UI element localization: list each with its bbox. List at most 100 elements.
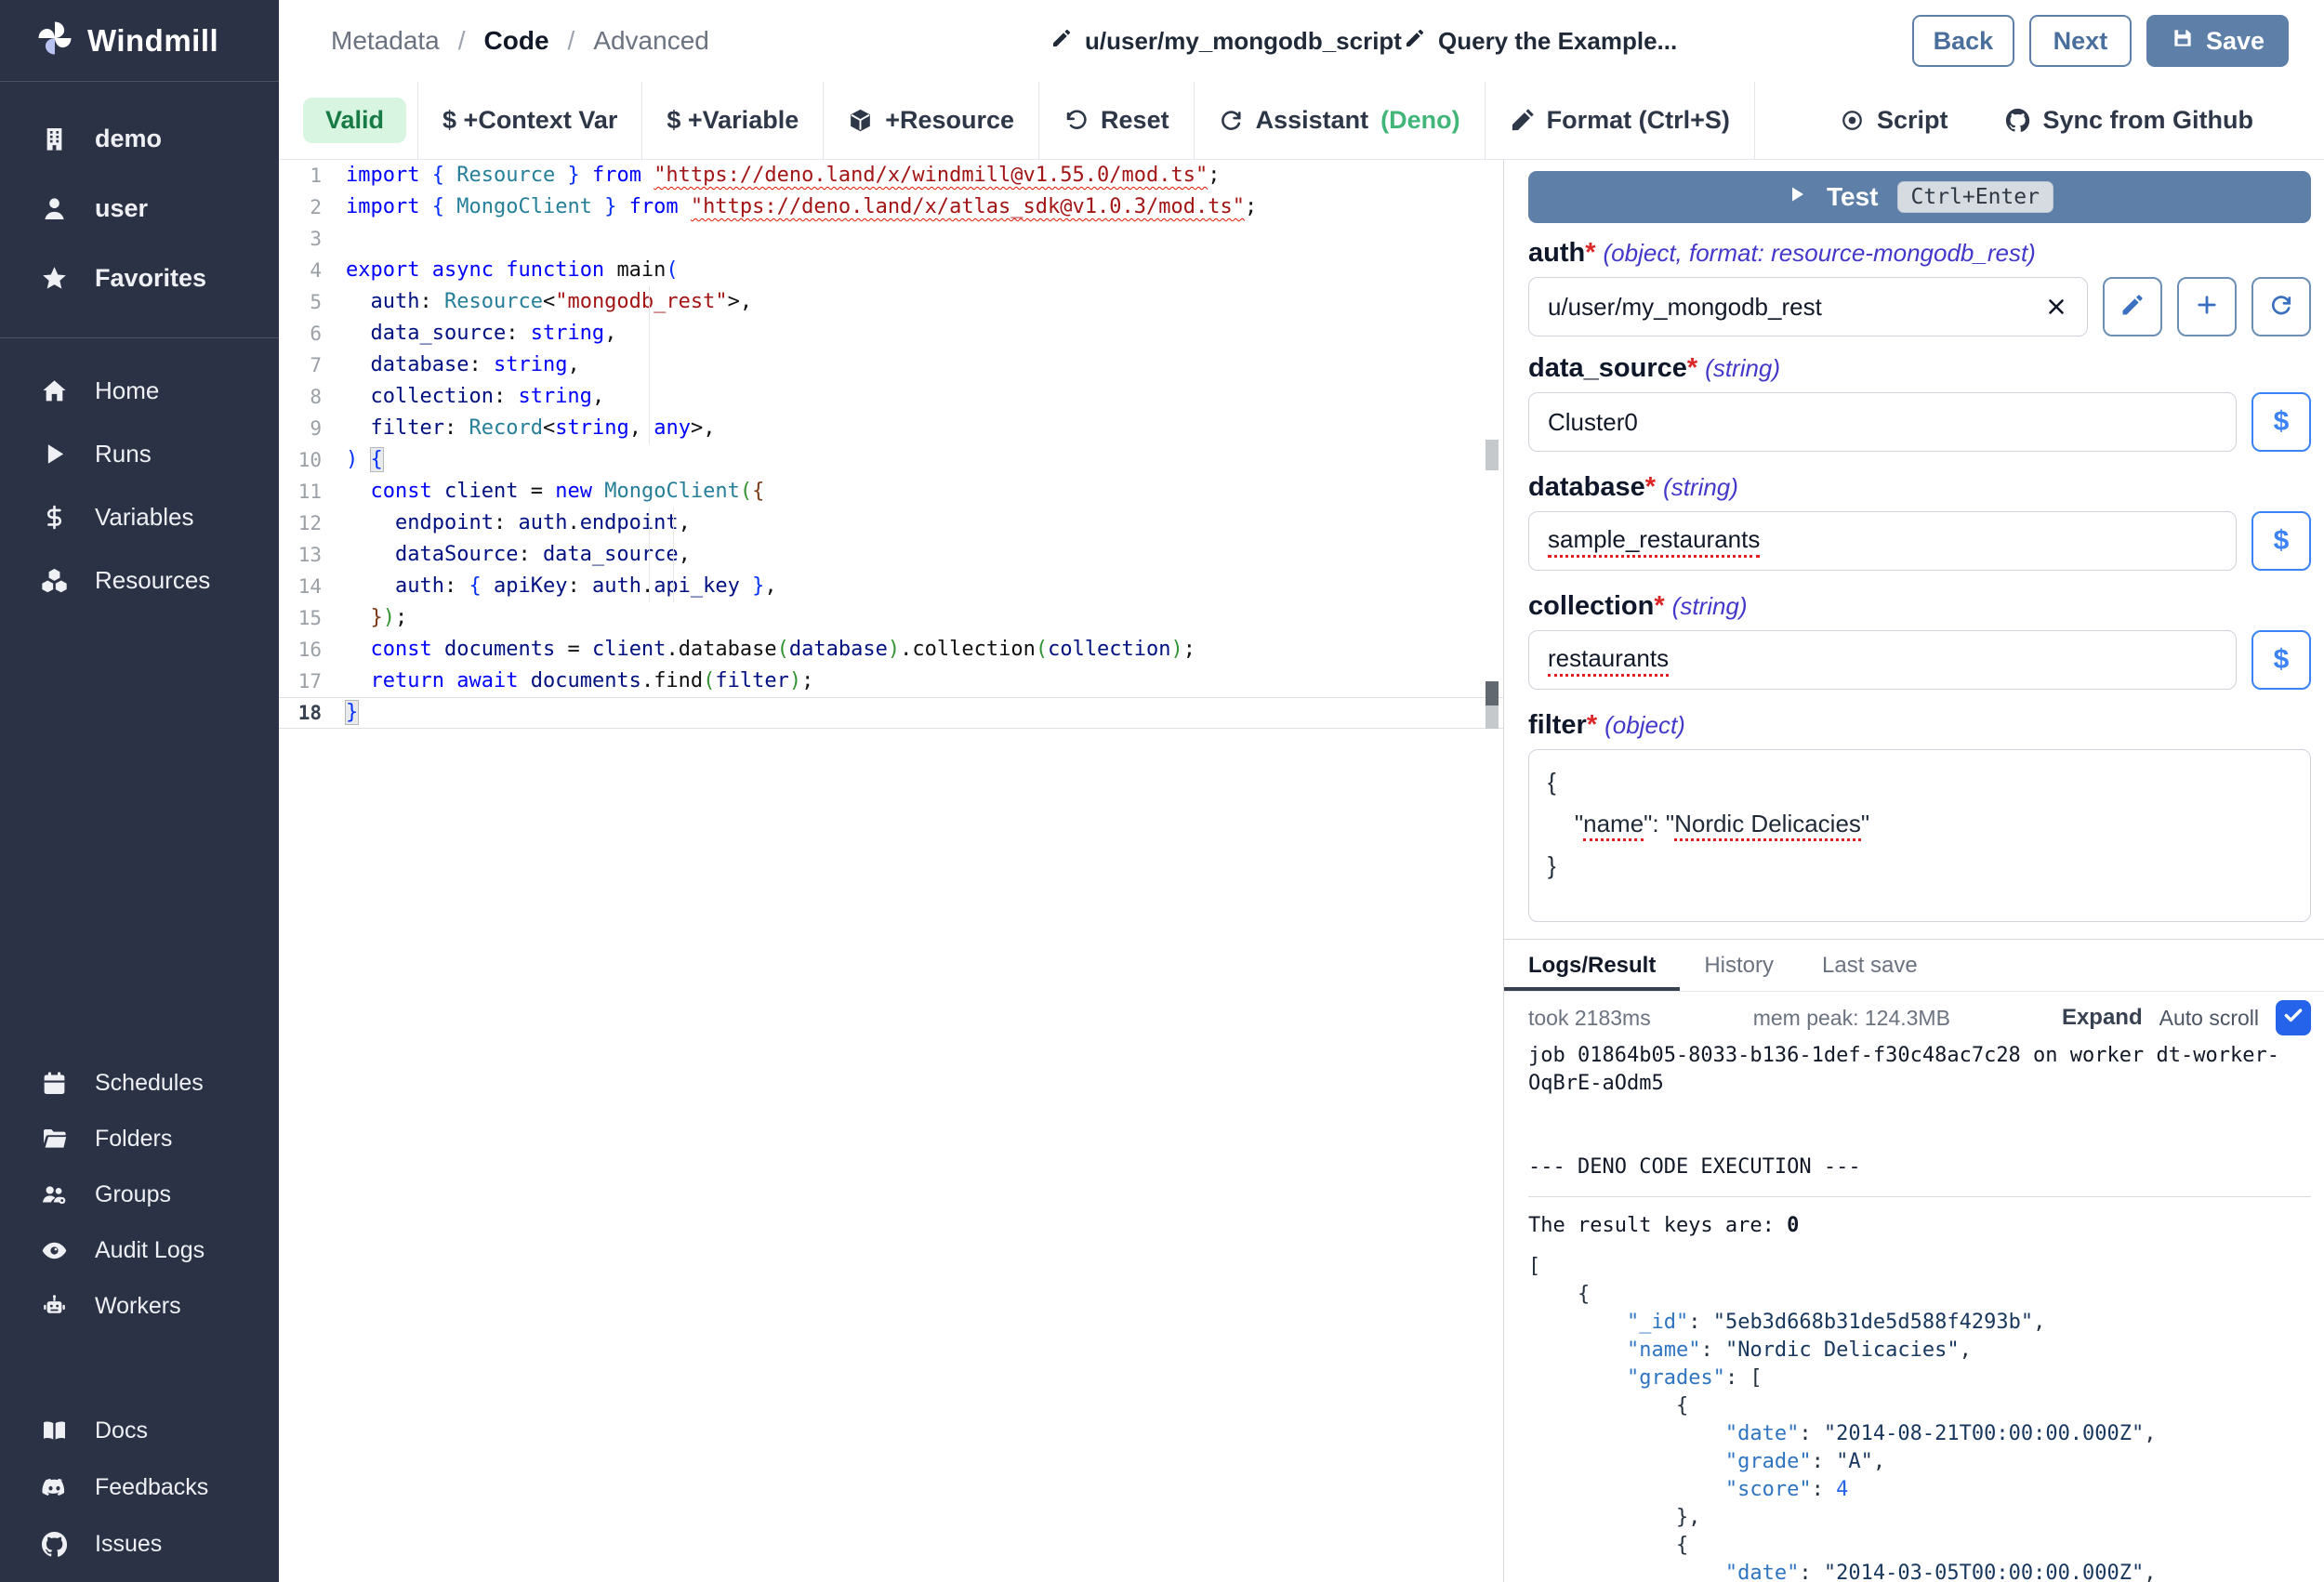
dollar-icon: $ [2274,406,2290,438]
code-line-12[interactable]: 12 endpoint: auth.endpoint, [279,508,1503,539]
code-line-content: import { MongoClient } from "https://den… [346,191,1257,223]
toolbar-context-var-button[interactable]: $ +Context Var [418,82,641,160]
toolbar-resource-button[interactable]: +Resource [824,82,1038,160]
field-type-note: (object) [1604,711,1685,740]
insert-variable-button[interactable]: $ [2251,630,2311,690]
tab-metadata[interactable]: Metadata [331,26,440,56]
sidebar-item-audit-logs[interactable]: Audit Logs [0,1222,279,1278]
tab-logs-result[interactable]: Logs/Result [1504,940,1680,991]
editor-scrollbar-thumb[interactable] [1486,440,1499,470]
sidebar-item-groups[interactable]: Groups [0,1167,279,1222]
test-shortcut-kbd: Ctrl+Enter [1897,181,2053,213]
insert-variable-button[interactable]: $ [2251,511,2311,571]
brand-header[interactable]: Windmill [0,0,279,82]
code-line-14[interactable]: 14 auth: { apiKey: auth.api_key }, [279,571,1503,602]
database-input-row: sample_restaurants $ [1528,511,2311,571]
code-line-9[interactable]: 9 filter: Record<string, any>, [279,413,1503,444]
sidebar-item-issues[interactable]: Issues [0,1516,279,1573]
code-line-16[interactable]: 16 const documents = client.database(dat… [279,634,1503,666]
toolbar-button-label: $ +Variable [667,106,799,135]
autoscroll-checkbox[interactable] [2276,1000,2311,1035]
code-line-11[interactable]: 11 const client = new MongoClient({ [279,476,1503,508]
code-line-content: auth: { apiKey: auth.api_key }, [346,571,777,602]
editor-scrollbar-thumb[interactable] [1486,705,1499,729]
code-line-6[interactable]: 6 data_source: string, [279,318,1503,349]
code-line-3[interactable]: 3 [279,223,1503,255]
toolbar-assistant-button[interactable]: Assistant (Deno) [1195,82,1485,160]
code-line-15[interactable]: 15 }); [279,602,1503,634]
edit-resource-button[interactable] [2103,277,2162,336]
line-number: 14 [279,571,322,602]
sidebar-item-feedbacks[interactable]: Feedbacks [0,1459,279,1516]
code-line-18[interactable]: 18} [279,697,1503,729]
sidebar-item-user[interactable]: user [0,174,279,244]
brand-name: Windmill [87,23,218,59]
code-line-content: const client = new MongoClient({ [346,476,764,508]
database-input[interactable]: sample_restaurants [1528,511,2237,571]
toolbar-reset-button[interactable]: Reset [1039,82,1194,160]
filter-json-line: "name": "Nordic Delicacies" [1548,803,2291,845]
toolbar-button-label: Sync from Github [2042,106,2253,135]
field-type-note: (string) [1705,354,1780,383]
field-name: collection [1528,591,1654,622]
code-line-17[interactable]: 17 return await documents.find(filter); [279,666,1503,697]
tab-last-save[interactable]: Last save [1798,940,1942,991]
breadcrumb-separator: / [458,26,466,56]
result-json-line: "grade": "A", [1528,1448,2311,1476]
code-line-4[interactable]: 4export async function main( [279,255,1503,286]
tab-code[interactable]: Code [484,26,549,56]
line-number: 3 [279,223,322,255]
save-button[interactable]: Save [2146,15,2289,67]
code-line-8[interactable]: 8 collection: string, [279,381,1503,413]
data-source-input[interactable]: Cluster0 [1528,392,2237,452]
code-line-10[interactable]: 10) { [279,444,1503,476]
code-line-1[interactable]: 1import { Resource } from "https://deno.… [279,160,1503,191]
next-button[interactable]: Next [2029,15,2132,67]
sidebar-item-demo[interactable]: demo [0,104,279,174]
script-summary-button[interactable]: Query the Example... [1404,0,1677,82]
expand-logs-button[interactable]: Expand [2062,1005,2143,1031]
database-field-label: database* (string) [1528,472,2311,504]
sidebar-item-variables[interactable]: Variables [0,485,279,548]
tab-history[interactable]: History [1680,940,1798,991]
sidebar-item-home[interactable]: Home [0,359,279,422]
collection-value: restaurants [1548,644,1669,677]
back-button[interactable]: Back [1912,15,2014,67]
insert-variable-button[interactable]: $ [2251,392,2311,452]
breadcrumb: Metadata/Code/Advanced [331,0,709,82]
sidebar-item-folders[interactable]: Folders [0,1111,279,1167]
refresh-resource-button[interactable] [2251,277,2311,336]
script-summary-label: Query the Example... [1438,27,1677,56]
toolbar-sync-from-github-button[interactable]: Sync from Github [1981,82,2278,160]
sidebar-item-label: Runs [95,440,152,468]
code-line-13[interactable]: 13 dataSource: data_source, [279,539,1503,571]
add-resource-button[interactable] [2177,277,2237,336]
auth-field-label: auth* (object, format: resource-mongodb_… [1528,238,2311,270]
tab-advanced[interactable]: Advanced [593,26,709,56]
github-icon [39,1531,69,1558]
collection-input[interactable]: restaurants [1528,630,2237,690]
sidebar-item-runs[interactable]: Runs [0,422,279,485]
sidebar-item-favorites[interactable]: Favorites [0,244,279,313]
sidebar-admin-nav: SchedulesFoldersGroupsAudit LogsWorkers [0,1055,279,1334]
code-line-content: dataSource: data_source, [346,539,691,571]
toolbar-variable-button[interactable]: $ +Variable [642,82,823,160]
line-number: 15 [279,602,322,634]
toolbar-script-button[interactable]: Script [1816,82,1973,160]
filter-json-editor[interactable]: { "name": "Nordic Delicacies"} [1528,749,2311,922]
test-button[interactable]: Test Ctrl+Enter [1528,171,2311,223]
code-editor[interactable]: 1import { Resource } from "https://deno.… [279,160,1504,1582]
code-line-2[interactable]: 2import { MongoClient } from "https://de… [279,191,1503,223]
data-source-field-label: data_source* (string) [1528,353,2311,385]
toolbar-format-ctrl-s-button[interactable]: Format (Ctrl+S) [1486,82,1754,160]
sidebar-item-label: demo [95,125,162,153]
clear-icon[interactable] [2044,295,2068,319]
sidebar-item-resources[interactable]: Resources [0,548,279,612]
code-line-5[interactable]: 5 auth: Resource<"mongodb_rest">, [279,286,1503,318]
sidebar-item-docs[interactable]: Docs [0,1403,279,1459]
sidebar-item-schedules[interactable]: Schedules [0,1055,279,1111]
sidebar-item-workers[interactable]: Workers [0,1278,279,1334]
script-path-button[interactable]: u/user/my_mongodb_script [1050,0,1402,82]
auth-resource-input[interactable]: u/user/my_mongodb_rest [1528,277,2088,336]
code-line-7[interactable]: 7 database: string, [279,349,1503,381]
